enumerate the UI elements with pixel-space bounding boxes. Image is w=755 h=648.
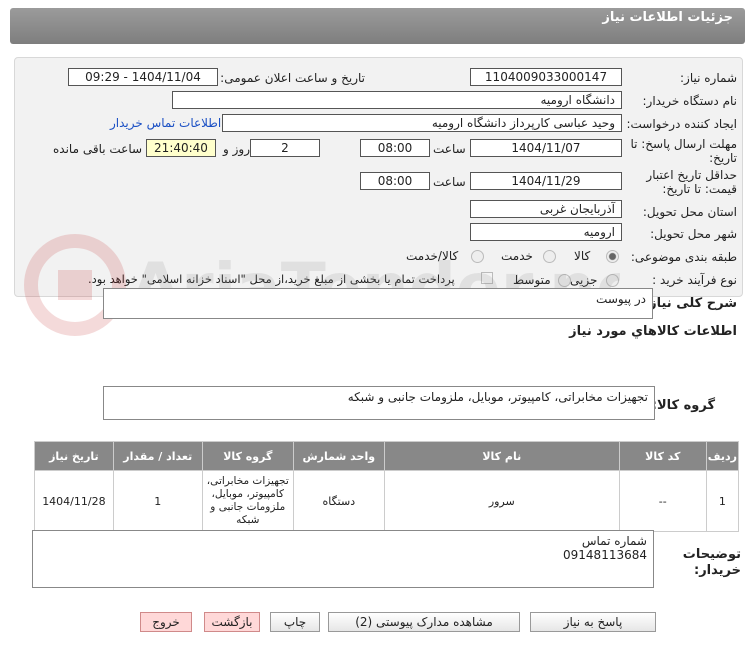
cell-unit: دستگاه	[292, 470, 385, 532]
validity-date-field: 1404/11/29	[470, 172, 622, 190]
requester-label: ایجاد کننده درخواست:	[626, 117, 737, 131]
reply-deadline-label-2: تاریخ:	[709, 151, 737, 165]
category-option-goods: کالا	[574, 249, 591, 263]
city-label: شهر محل تحویل:	[650, 227, 737, 241]
category-option-goods-service: کالا/خدمت	[406, 249, 459, 263]
purchase-option-minor: جزیی	[570, 273, 598, 287]
cell-row: 1	[705, 470, 740, 532]
purchase-option-medium: متوسط	[513, 273, 551, 287]
reply-deadline-label: مهلت ارسال پاسخ: تا	[630, 137, 737, 151]
validity-time-label: ساعت	[433, 175, 466, 189]
reply-date-field: 1404/11/07	[470, 139, 622, 157]
province-label: استان محل تحویل:	[642, 205, 737, 219]
day-and-label: روز و	[223, 142, 250, 156]
category-radio-goods[interactable]	[606, 250, 619, 263]
col-unit: واحد شمارش	[292, 441, 385, 471]
category-radio-service[interactable]	[543, 250, 556, 263]
need-number-field: 1104009033000147	[470, 68, 622, 86]
col-group: گروه کالا	[201, 441, 294, 471]
goods-group-box: تجهیزات مخابراتی، کامپیوتر، موبایل، ملزو…	[103, 386, 655, 420]
requester-field: وحید عباسی کارپرداز دانشگاه ارومیه	[222, 114, 622, 132]
description-box: در پیوست	[103, 288, 653, 319]
city-field: ارومیه	[470, 223, 622, 241]
buyer-notes-line-2: 09148113684	[563, 548, 647, 562]
cell-quantity: 1	[112, 470, 203, 532]
province-field: آذربایجان غربی	[470, 200, 622, 218]
announce-datetime-field: 1404/11/04 - 09:29	[68, 68, 218, 86]
price-validity-label: حداقل تاریخ اعتبار	[646, 168, 737, 182]
cell-need-date: 1404/11/28	[34, 470, 114, 532]
col-row: ردیف	[705, 441, 740, 471]
col-name: نام کالا	[383, 441, 620, 471]
print-button[interactable]: چاپ	[270, 612, 320, 632]
buyer-contact-link[interactable]: اطلاعات تماس خریدار	[110, 116, 221, 130]
reply-button[interactable]: پاسخ به نیاز	[530, 612, 656, 632]
goods-info-heading: اطلاعات کالاهاي مورد نياز	[569, 324, 737, 339]
time-remaining-field: 21:40:40	[146, 139, 216, 157]
validity-time-field: 08:00	[360, 172, 430, 190]
reply-time-field: 08:00	[360, 139, 430, 157]
cell-name: سرور	[383, 470, 620, 532]
view-attachments-button[interactable]: مشاهده مدارک پیوستی (2)	[328, 612, 520, 632]
days-remaining-field: 2	[250, 139, 320, 157]
exit-button[interactable]: خروج	[140, 612, 192, 632]
description-label: شرح کلی نیاز:	[643, 296, 737, 311]
table-row: 1 -- سرور دستگاه تجهیزات مخابراتی، کامپی…	[34, 470, 740, 532]
cell-code: --	[618, 470, 707, 532]
category-label: طبقه بندی موضوعی:	[630, 250, 737, 264]
announce-datetime-label: تاریخ و ساعت اعلان عمومی:	[220, 71, 365, 85]
need-number-label: شماره نیاز:	[680, 71, 737, 85]
category-radio-goods-service[interactable]	[471, 250, 484, 263]
time-remaining-label: ساعت باقی مانده	[53, 142, 143, 156]
col-code: کد کالا	[618, 441, 707, 471]
col-quantity: تعداد / مقدار	[112, 441, 203, 471]
purchase-radio-medium[interactable]	[558, 274, 571, 287]
purchase-radio-minor[interactable]	[606, 274, 619, 287]
buyer-org-field: دانشگاه ارومیه	[172, 91, 622, 109]
price-validity-label-2: قیمت: تا تاریخ:	[662, 182, 737, 196]
treasury-payment-checkbox[interactable]	[481, 272, 493, 284]
back-button[interactable]: بازگشت	[204, 612, 260, 632]
page-title: جزئیات اطلاعات نیاز	[602, 10, 733, 25]
goods-group-label: گروه کالا:	[651, 398, 715, 413]
col-need-date: تاریخ نیاز	[34, 441, 114, 471]
table-header-row: ردیف کد کالا نام کالا واحد شمارش گروه کا…	[34, 441, 740, 471]
buyer-notes-label: توضیحات	[682, 547, 741, 562]
buyer-notes-line-1: شماره تماس	[581, 534, 647, 548]
cell-group: تجهیزات مخابراتی، کامپیوتر، موبایل، ملزو…	[201, 470, 294, 532]
buyer-notes-label-2: خریدار:	[694, 563, 741, 578]
category-option-service: خدمت	[501, 249, 533, 263]
purchase-type-label: نوع فرآیند خرید :	[652, 273, 737, 287]
items-table: ردیف کد کالا نام کالا واحد شمارش گروه کا…	[34, 441, 740, 532]
buyer-org-label: نام دستگاه خریدار:	[642, 94, 738, 108]
reply-time-label: ساعت	[433, 142, 466, 156]
buyer-notes-box: شماره تماس 09148113684	[32, 530, 654, 588]
treasury-payment-note: پرداخت تمام یا بخشی از مبلغ خرید،از محل …	[88, 272, 455, 286]
